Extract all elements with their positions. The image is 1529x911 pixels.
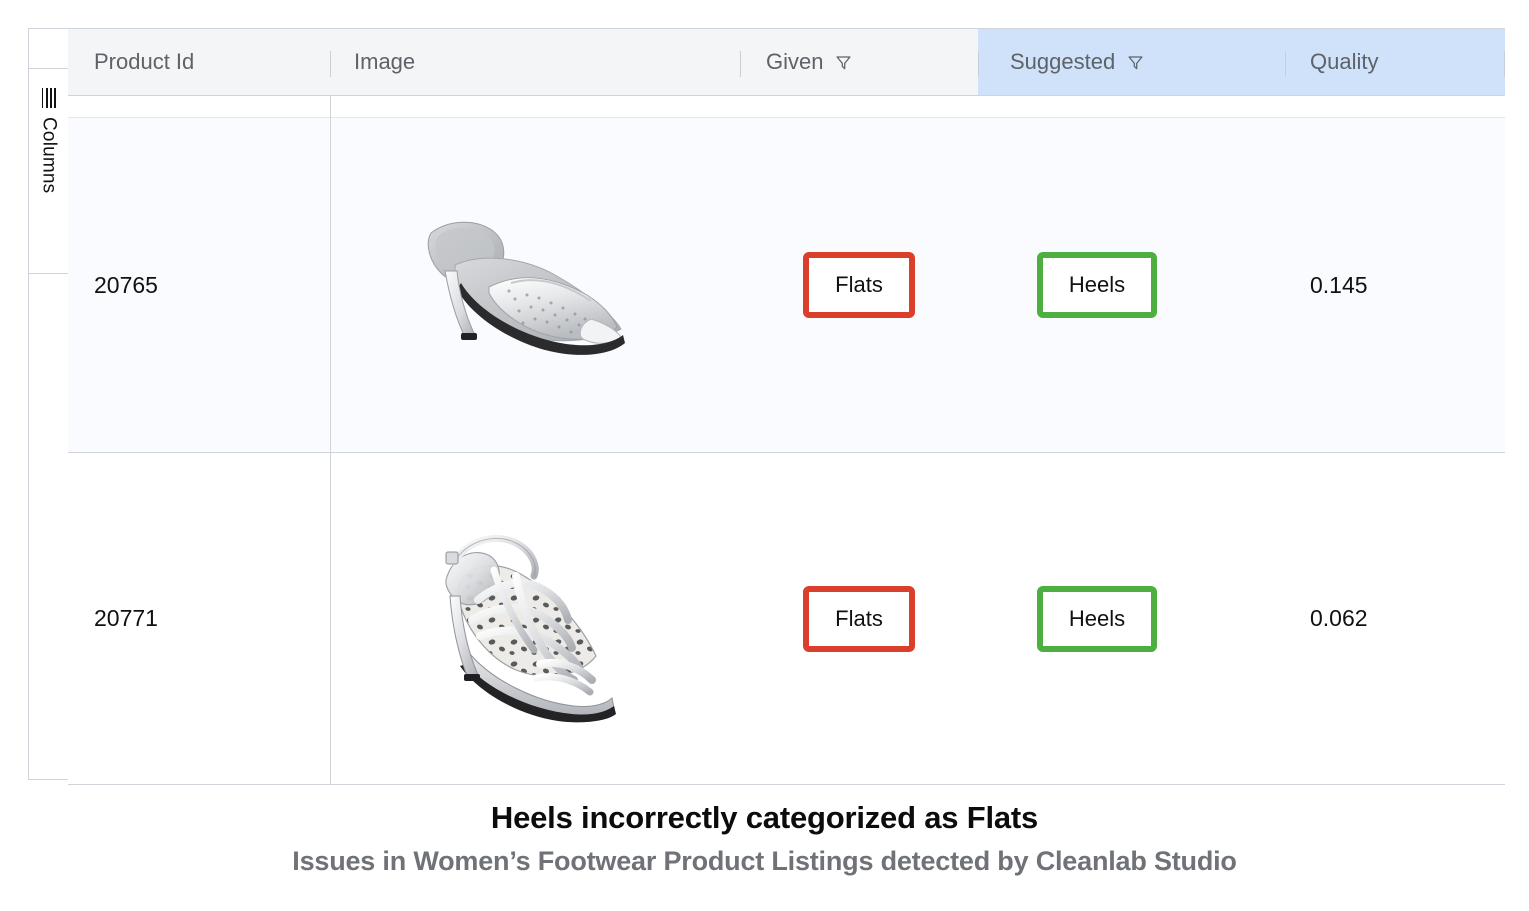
filter-icon[interactable] <box>1127 54 1144 71</box>
suggested-label-badge: Heels <box>1036 252 1158 318</box>
caption-block: Heels incorrectly categorized as Flats I… <box>0 800 1529 877</box>
column-header-label: Quality <box>1310 49 1379 74</box>
product-image <box>445 534 616 722</box>
header-separator <box>330 51 331 77</box>
column-header-product-id[interactable]: Product Id <box>94 29 194 95</box>
column-header-label: Product Id <box>94 49 195 74</box>
column-header-image[interactable]: Image <box>354 29 415 95</box>
issues-table: Product Id Image Given Suggested Quality… <box>68 28 1505 785</box>
column-header-suggested[interactable]: Suggested <box>1010 29 1144 95</box>
columns-rail[interactable]: Columns <box>28 28 68 780</box>
quality-value: 0.062 <box>1310 605 1368 631</box>
product-id-value: 20771 <box>94 605 158 631</box>
header-separator <box>978 51 979 77</box>
table-body: 20765 Flats Heels 0.145 20771 Flats Heel… <box>68 96 1505 785</box>
screenshot-root: Columns Product Id Image Given Suggested… <box>0 0 1529 911</box>
suggested-label-badge: Heels <box>1036 585 1158 652</box>
columns-rail-label: Columns <box>38 117 60 194</box>
header-separator <box>740 51 741 77</box>
filter-icon[interactable] <box>835 54 852 71</box>
cell-given: Flats <box>740 118 978 452</box>
rail-top-box <box>29 29 68 69</box>
product-image <box>427 221 625 355</box>
cell-suggested: Heels <box>978 453 1216 784</box>
cell-product-id: 20771 <box>94 453 158 784</box>
column-header-quality[interactable]: Quality <box>1310 29 1378 95</box>
caption-title: Heels incorrectly categorized as Flats <box>490 800 1039 835</box>
column-header-label: Suggested <box>1010 49 1116 74</box>
caption-subtitle: Issues in Women’s Footwear Product Listi… <box>292 846 1237 876</box>
cell-quality: 0.062 <box>1310 453 1368 784</box>
columns-toggle[interactable]: Columns <box>29 69 68 274</box>
header-separator <box>1504 51 1505 77</box>
column-header-label: Image <box>354 49 416 74</box>
cell-product-id: 20765 <box>94 118 158 452</box>
table-partial-row <box>68 96 1505 785</box>
cell-given: Flats <box>740 453 978 784</box>
columns-icon <box>41 88 56 108</box>
table-header-row: Product Id Image Given Suggested Quality <box>68 28 1505 96</box>
cell-quality: 0.145 <box>1310 118 1368 452</box>
cell-image <box>330 118 740 452</box>
table-row[interactable]: 20765 Flats Heels 0.145 <box>68 118 1505 453</box>
rail-bottom-box <box>29 274 68 779</box>
cell-image <box>330 453 740 784</box>
header-separator <box>1285 51 1286 77</box>
given-label-badge: Flats <box>803 252 915 318</box>
given-label-badge: Flats <box>803 585 915 652</box>
quality-value: 0.145 <box>1310 271 1368 298</box>
column-header-given[interactable]: Given <box>766 29 852 95</box>
table-row[interactable]: 20771 Flats Heels 0.062 <box>68 453 1505 785</box>
cell-suggested: Heels <box>978 118 1216 452</box>
product-id-value: 20765 <box>94 271 158 298</box>
column-header-label: Given <box>766 49 824 74</box>
